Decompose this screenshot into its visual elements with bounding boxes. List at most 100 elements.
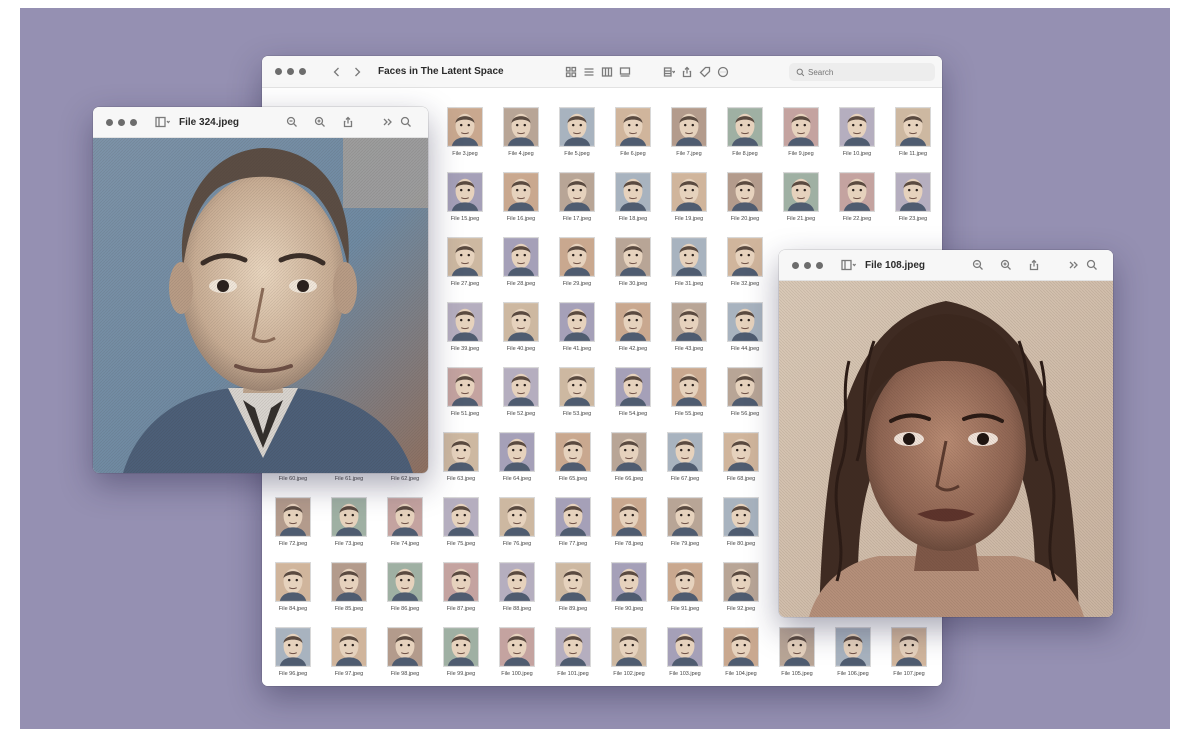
zoom-button[interactable] [299,68,306,75]
file-item[interactable]: File 80.jpeg [713,491,769,551]
file-item[interactable]: File 101.jpeg [545,621,601,681]
file-item[interactable]: File 64.jpeg [489,426,545,486]
file-item[interactable]: File 30.jpeg [605,231,661,291]
file-item[interactable]: File 97.jpeg [321,621,377,681]
file-item[interactable]: File 90.jpeg [601,556,657,616]
file-item[interactable]: File 44.jpeg [717,296,773,356]
file-item[interactable]: File 55.jpeg [661,361,717,421]
file-item[interactable]: File 74.jpeg [377,491,433,551]
file-item[interactable]: File 99.jpeg [433,621,489,681]
list-view-icon[interactable] [580,63,598,81]
file-item[interactable]: File 16.jpeg [493,166,549,226]
file-item[interactable]: File 96.jpeg [265,621,321,681]
file-item[interactable]: File 76.jpeg [489,491,545,551]
file-item[interactable]: File 68.jpeg [713,426,769,486]
file-item[interactable]: File 104.jpeg [713,621,769,681]
file-item[interactable]: File 7.jpeg [661,101,717,161]
file-item[interactable]: File 79.jpeg [657,491,713,551]
file-item[interactable]: File 23.jpeg [885,166,941,226]
share-icon[interactable] [1025,256,1043,274]
file-item[interactable]: File 39.jpeg [437,296,493,356]
file-item[interactable]: File 87.jpeg [433,556,489,616]
file-item[interactable]: File 9.jpeg [773,101,829,161]
file-item[interactable]: File 103.jpeg [657,621,713,681]
column-view-icon[interactable] [598,63,616,81]
file-item[interactable]: File 107.jpeg [881,621,937,681]
file-item[interactable]: File 41.jpeg [549,296,605,356]
file-item[interactable]: File 63.jpeg [433,426,489,486]
file-item[interactable]: File 84.jpeg [265,556,321,616]
file-item[interactable]: File 20.jpeg [717,166,773,226]
file-item[interactable]: File 17.jpeg [549,166,605,226]
file-item[interactable]: File 72.jpeg [265,491,321,551]
file-item[interactable]: File 85.jpeg [321,556,377,616]
file-item[interactable]: File 27.jpeg [437,231,493,291]
close-button[interactable] [106,118,113,126]
zoom-button[interactable] [816,261,823,269]
search-input[interactable] [808,67,928,77]
file-item[interactable]: File 42.jpeg [605,296,661,356]
file-item[interactable]: File 6.jpeg [605,101,661,161]
gallery-view-icon[interactable] [616,63,634,81]
file-item[interactable]: File 105.jpeg [769,621,825,681]
file-item[interactable]: File 65.jpeg [545,426,601,486]
file-item[interactable]: File 28.jpeg [493,231,549,291]
tag-icon[interactable] [696,63,714,81]
forward-icon[interactable] [348,63,366,81]
file-item[interactable]: File 15.jpeg [437,166,493,226]
file-item[interactable]: File 29.jpeg [549,231,605,291]
more-chevron-icon[interactable] [379,113,397,131]
file-item[interactable]: File 40.jpeg [493,296,549,356]
file-item[interactable]: File 3.jpeg [437,101,493,161]
zoom-button[interactable] [130,118,137,126]
file-item[interactable]: File 54.jpeg [605,361,661,421]
search-icon[interactable] [397,113,415,131]
file-item[interactable]: File 10.jpeg [829,101,885,161]
file-item[interactable]: File 19.jpeg [661,166,717,226]
file-item[interactable]: File 106.jpeg [825,621,881,681]
share-icon[interactable] [678,63,696,81]
search-field[interactable] [789,63,935,81]
file-item[interactable]: File 31.jpeg [661,231,717,291]
file-item[interactable]: File 100.jpeg [489,621,545,681]
file-item[interactable]: File 51.jpeg [437,361,493,421]
zoom-out-icon[interactable] [283,113,301,131]
search-icon[interactable] [1083,256,1101,274]
file-item[interactable]: File 66.jpeg [601,426,657,486]
file-item[interactable]: File 22.jpeg [829,166,885,226]
sidebar-icon[interactable] [837,256,861,274]
file-item[interactable]: File 43.jpeg [661,296,717,356]
zoom-out-icon[interactable] [969,256,987,274]
group-icon[interactable] [660,63,678,81]
zoom-in-icon[interactable] [311,113,329,131]
file-item[interactable]: File 8.jpeg [717,101,773,161]
close-button[interactable] [275,68,282,75]
file-item[interactable]: File 52.jpeg [493,361,549,421]
file-item[interactable]: File 11.jpeg [885,101,941,161]
more-chevron-icon[interactable] [1065,256,1083,274]
file-item[interactable]: File 4.jpeg [493,101,549,161]
file-item[interactable]: File 75.jpeg [433,491,489,551]
file-item[interactable]: File 98.jpeg [377,621,433,681]
file-item[interactable]: File 18.jpeg [605,166,661,226]
back-icon[interactable] [328,63,346,81]
file-item[interactable]: File 88.jpeg [489,556,545,616]
file-item[interactable]: File 56.jpeg [717,361,773,421]
minimize-button[interactable] [804,261,811,269]
file-item[interactable]: File 53.jpeg [549,361,605,421]
minimize-button[interactable] [118,118,125,126]
file-item[interactable]: File 102.jpeg [601,621,657,681]
file-item[interactable]: File 67.jpeg [657,426,713,486]
share-icon[interactable] [339,113,357,131]
file-item[interactable]: File 5.jpeg [549,101,605,161]
minimize-button[interactable] [287,68,294,75]
file-item[interactable]: File 91.jpeg [657,556,713,616]
file-item[interactable]: File 77.jpeg [545,491,601,551]
file-item[interactable]: File 86.jpeg [377,556,433,616]
file-item[interactable]: File 89.jpeg [545,556,601,616]
file-item[interactable]: File 73.jpeg [321,491,377,551]
grid-view-icon[interactable] [562,63,580,81]
zoom-in-icon[interactable] [997,256,1015,274]
close-button[interactable] [792,261,799,269]
file-item[interactable]: File 32.jpeg [717,231,773,291]
